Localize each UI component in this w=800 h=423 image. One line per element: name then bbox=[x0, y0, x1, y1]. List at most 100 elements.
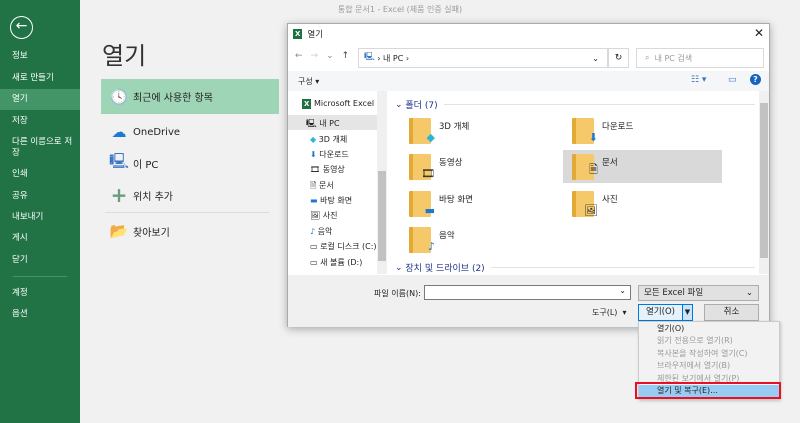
nav-label: 동영상 bbox=[322, 165, 345, 174]
organize-label: 구성 bbox=[298, 77, 313, 86]
sidebar-item-info[interactable]: 정보 bbox=[0, 51, 80, 62]
dialog-footer: 파일 이름(N): ⌄ 모든 Excel 파일 ⌄ 도구(L) ▾ 열기(O) ▼… bbox=[288, 275, 769, 327]
nav-item-excel[interactable]: X Microsoft Excel bbox=[302, 99, 374, 109]
folder-desktop[interactable]: ▬ 바탕 화면 bbox=[409, 191, 473, 217]
sidebar-item-open[interactable]: 열기 bbox=[0, 89, 80, 110]
nav-item-this-pc[interactable]: 🖳 내 PC bbox=[306, 118, 340, 132]
folder-label: 사진 bbox=[602, 195, 618, 205]
option-label: 위치 추가 bbox=[133, 191, 173, 203]
view-options-icon[interactable]: ☷ ▾ bbox=[691, 75, 706, 85]
cancel-button[interactable]: 취소 bbox=[704, 304, 759, 321]
folders-group-header[interactable]: ⌄ 폴더 (7) bbox=[395, 98, 755, 111]
sidebar-item-share[interactable]: 공유 bbox=[0, 191, 80, 202]
menu-item-open-read-only[interactable]: 읽기 전용으로 열기(R) bbox=[639, 335, 779, 347]
sidebar-item-options[interactable]: 옵션 bbox=[0, 309, 80, 320]
folder-downloads[interactable]: ⬇ 다운로드 bbox=[572, 118, 633, 144]
music-note-icon: ♪ bbox=[310, 227, 316, 236]
option-browse[interactable]: 📂 찾아보기 bbox=[101, 216, 279, 246]
option-label: 찾아보기 bbox=[133, 227, 170, 239]
sidebar: ← 정보 새로 만들기 열기 저장 다른 이름으로 저장 인쇄 공유 내보내기 … bbox=[0, 0, 80, 423]
nav-item-pictures[interactable]: 🖼 사진 bbox=[310, 210, 337, 221]
search-icon: ⌕ bbox=[645, 53, 650, 62]
tools-label: 도구(L) bbox=[592, 308, 618, 317]
filename-input[interactable]: ⌄ bbox=[424, 285, 631, 300]
nav-scrollbar[interactable] bbox=[377, 91, 387, 274]
folder-icon: ◆ bbox=[409, 118, 435, 144]
film-icon: 🎞 bbox=[310, 165, 321, 174]
chevron-down-icon[interactable]: ⌄ bbox=[619, 286, 626, 295]
folder-music[interactable]: ♪ 음악 bbox=[409, 227, 455, 253]
desktop-icon: ▬ bbox=[310, 196, 318, 205]
option-recent[interactable]: 🕓 최근에 사용한 항목 bbox=[101, 79, 279, 114]
file-type-select[interactable]: 모든 Excel 파일 ⌄ bbox=[638, 285, 759, 301]
sidebar-item-print[interactable]: 인쇄 bbox=[0, 169, 80, 180]
up-arrow-icon[interactable]: ↑ bbox=[342, 51, 350, 61]
sidebar-item-export[interactable]: 내보내기 bbox=[0, 212, 80, 223]
nav-item-downloads[interactable]: ⬇ 다운로드 bbox=[310, 149, 349, 160]
folder-label: 문서 bbox=[602, 158, 618, 168]
refresh-button[interactable]: ↻ bbox=[608, 48, 629, 68]
folder-icon: 🎞 bbox=[409, 154, 435, 180]
folder-icon: ⬇ bbox=[572, 118, 598, 144]
nav-item-drive-d[interactable]: ▭ 새 볼륨 (D:) bbox=[310, 257, 362, 268]
option-this-pc[interactable]: 🖳 이 PC bbox=[101, 148, 279, 178]
scrollbar-thumb[interactable] bbox=[378, 171, 386, 261]
back-arrow-icon[interactable]: ← bbox=[295, 51, 303, 61]
help-icon[interactable]: ? bbox=[750, 74, 761, 85]
navigation-pane: X Microsoft Excel 🖳 내 PC ◆ 3D 개체 ⬇ 다운로드 … bbox=[288, 91, 387, 274]
nav-item-drive-c[interactable]: ▭ 로컬 디스크 (C:) bbox=[310, 241, 377, 252]
folder-3d-objects[interactable]: ◆ 3D 개체 bbox=[409, 118, 469, 144]
sidebar-item-new[interactable]: 새로 만들기 bbox=[0, 73, 80, 84]
nav-item-desktop[interactable]: ▬ 바탕 화면 bbox=[310, 195, 352, 206]
sidebar-item-save[interactable]: 저장 bbox=[0, 116, 80, 127]
forward-arrow-icon[interactable]: → bbox=[311, 51, 319, 61]
option-label: 최근에 사용한 항목 bbox=[133, 93, 213, 104]
chevron-down-icon: ⌄ bbox=[745, 288, 753, 298]
menu-item-open[interactable]: 열기(O) bbox=[639, 323, 779, 335]
file-list-scrollbar[interactable] bbox=[759, 91, 769, 274]
menu-item-open-in-browser[interactable]: 브라우저에서 열기(B) bbox=[639, 360, 779, 372]
folder-label: 동영상 bbox=[439, 158, 463, 168]
search-input[interactable]: ⌕ 내 PC 검색 bbox=[636, 48, 764, 68]
scrollbar-thumb[interactable] bbox=[760, 103, 768, 258]
folder-pictures[interactable]: 🖼 사진 bbox=[572, 191, 618, 217]
tools-button[interactable]: 도구(L) ▾ bbox=[592, 307, 627, 318]
nav-item-documents[interactable]: 🗎 문서 bbox=[310, 180, 334, 194]
organize-button[interactable]: 구성 ▾ bbox=[298, 76, 319, 87]
group-label: 장치 및 드라이브 (2) bbox=[405, 264, 485, 274]
folder-label: 음악 bbox=[439, 231, 455, 241]
menu-item-open-as-copy[interactable]: 복사본을 작성하여 열기(C) bbox=[639, 348, 779, 360]
excel-icon: X bbox=[302, 99, 312, 109]
folder-videos[interactable]: 🎞 동영상 bbox=[409, 154, 462, 180]
close-icon[interactable]: ✕ bbox=[754, 26, 764, 40]
folder-open-icon: 📂 bbox=[109, 222, 129, 240]
nav-label: 음악 bbox=[317, 227, 333, 236]
option-onedrive[interactable]: ☁ OneDrive bbox=[101, 117, 279, 147]
chevron-down-icon[interactable]: ⌄ bbox=[592, 54, 599, 63]
download-icon: ⬇ bbox=[310, 150, 317, 159]
open-dropdown-arrow[interactable]: ▼ bbox=[682, 304, 693, 321]
open-button[interactable]: 열기(O) bbox=[638, 304, 683, 321]
back-button[interactable]: ← bbox=[10, 16, 33, 39]
cloud-icon: ☁ bbox=[111, 123, 127, 141]
recent-chevron-icon[interactable]: ⌄ bbox=[326, 51, 334, 61]
nav-item-music[interactable]: ♪ 음악 bbox=[310, 226, 332, 237]
sidebar-item-publish[interactable]: 게시 bbox=[0, 233, 80, 244]
drives-group-header[interactable]: ⌄ 장치 및 드라이브 (2) bbox=[395, 261, 755, 274]
clock-icon: 🕓 bbox=[109, 87, 129, 106]
sidebar-item-close[interactable]: 닫기 bbox=[0, 255, 80, 266]
preview-pane-icon[interactable]: ▭ bbox=[728, 75, 737, 85]
sidebar-item-account[interactable]: 계정 bbox=[0, 288, 80, 299]
nav-item-videos[interactable]: 🎞 동영상 bbox=[310, 164, 345, 175]
option-add-place[interactable]: + 위치 추가 bbox=[101, 180, 279, 210]
highlight-callout-box bbox=[635, 382, 781, 399]
nav-item-3d[interactable]: ◆ 3D 개체 bbox=[310, 134, 347, 145]
folder-label: 바탕 화면 bbox=[439, 195, 473, 205]
file-type-value: 모든 Excel 파일 bbox=[644, 288, 704, 298]
sidebar-item-save-as[interactable]: 다른 이름으로 저장 bbox=[0, 137, 76, 159]
filename-label: 파일 이름(N): bbox=[374, 289, 421, 298]
nav-label: 문서 bbox=[318, 181, 334, 190]
address-bar[interactable]: 🖳 › 내 PC › ⌄ bbox=[358, 48, 608, 68]
folder-documents[interactable]: 🗎 문서 bbox=[572, 154, 618, 180]
nav-buttons: ← → ⌄ ↑ bbox=[295, 51, 349, 61]
